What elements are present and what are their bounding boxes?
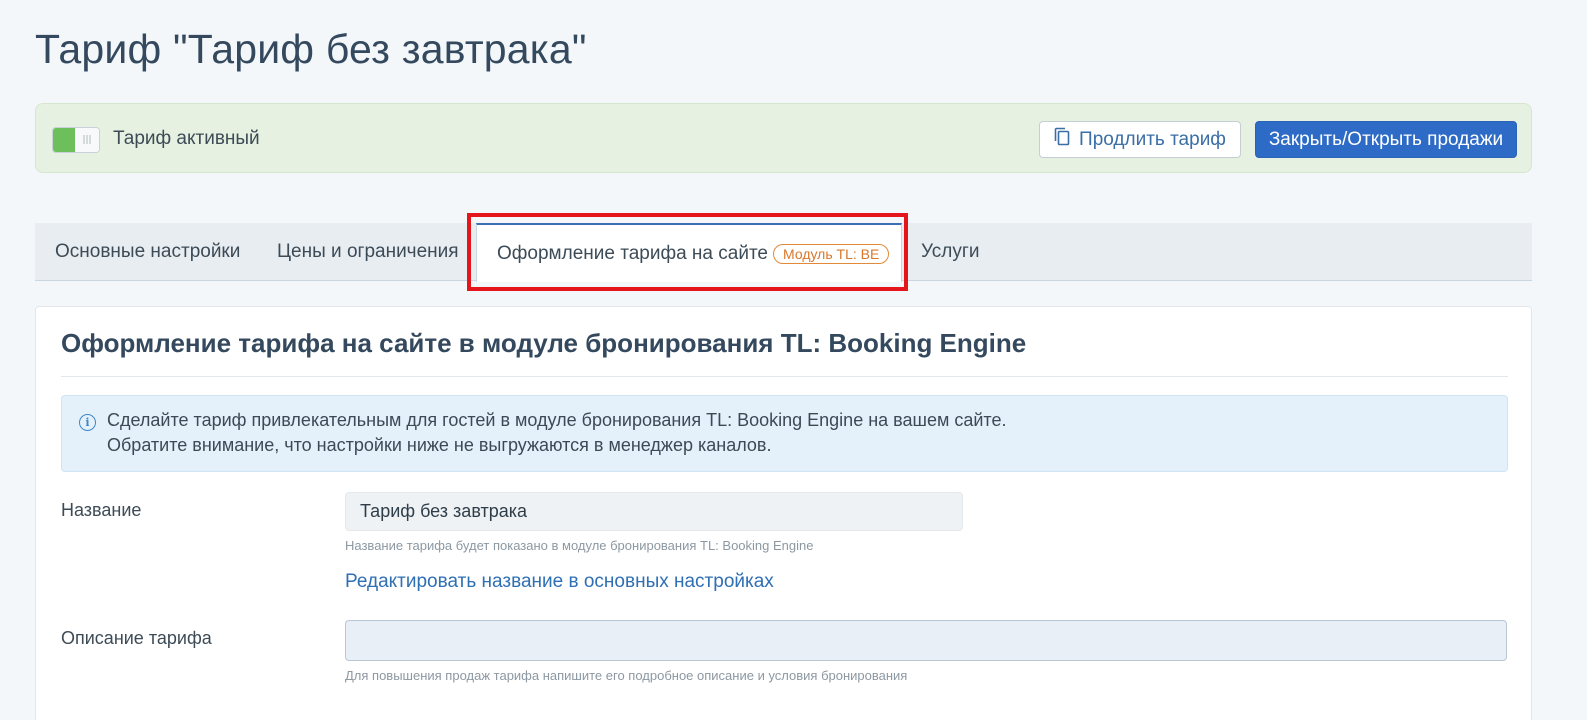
module-badge: Модуль TL: BE <box>773 243 890 264</box>
section-title: Оформление тарифа на сайте в модуле брон… <box>61 328 1027 358</box>
page-title: Тариф "Тариф без завтрака" <box>35 26 587 72</box>
tariff-tabs: Основные настройки Цены и ограничения Оф… <box>35 223 1532 282</box>
info-text-line-2: Обратите внимание, что настройки ниже не… <box>107 435 772 455</box>
toggle-sales-button[interactable]: Закрыть/Открыть продажи <box>1255 121 1517 158</box>
tab-label: Оформление тарифа на сайте <box>497 242 769 264</box>
tab-main-settings[interactable]: Основные настройки <box>55 223 240 281</box>
tab-label: Основные настройки <box>55 241 241 262</box>
description-field[interactable] <box>345 620 1507 661</box>
active-toggle-label: Тариф активный <box>113 128 260 149</box>
info-icon-glyph: i <box>85 416 90 429</box>
extend-tariff-label: Продлить тариф <box>1079 128 1226 150</box>
toggle-track <box>53 128 77 152</box>
tab-label: Цены и ограничения <box>277 241 459 262</box>
description-field-label: Описание тарифа <box>61 628 212 648</box>
name-field-label: Название <box>61 500 142 520</box>
tab-services[interactable]: Услуги <box>921 223 979 281</box>
tab-prices-restrictions[interactable]: Цены и ограничения <box>277 223 459 281</box>
name-field[interactable]: Тариф без завтрака <box>345 492 963 531</box>
tariff-page: Тариф "Тариф без завтрака" ||| Тариф акт… <box>0 0 1587 720</box>
toggle-grip-glyph: ||| <box>82 135 92 145</box>
info-text-line-1: Сделайте тариф привлекательным для госте… <box>107 410 1007 430</box>
edit-name-link[interactable]: Редактировать название в основных настро… <box>345 571 774 593</box>
active-toggle[interactable]: ||| <box>52 127 100 153</box>
description-field-hint: Для повышения продаж тарифа напишите его… <box>345 668 908 683</box>
tariff-status-bar: ||| Тариф активный Продлить тариф Закрыт… <box>35 103 1532 173</box>
info-icon: i <box>79 414 96 431</box>
info-alert: i Сделайте тариф привлекательным для гос… <box>61 395 1508 472</box>
copy-icon <box>1054 127 1070 152</box>
name-field-hint: Название тарифа будет показано в модуле … <box>345 538 814 553</box>
name-field-value: Тариф без завтрака <box>360 501 528 521</box>
toggle-knob: ||| <box>75 128 99 152</box>
extend-tariff-button[interactable]: Продлить тариф <box>1039 121 1241 158</box>
toggle-sales-label: Закрыть/Открыть продажи <box>1268 128 1504 150</box>
section-divider <box>61 376 1508 377</box>
tab-label: Услуги <box>921 241 980 262</box>
site-appearance-card: Оформление тарифа на сайте в модуле брон… <box>35 306 1532 720</box>
tab-site-appearance[interactable]: Оформление тарифа на сайте Модуль TL: BE <box>476 223 902 282</box>
